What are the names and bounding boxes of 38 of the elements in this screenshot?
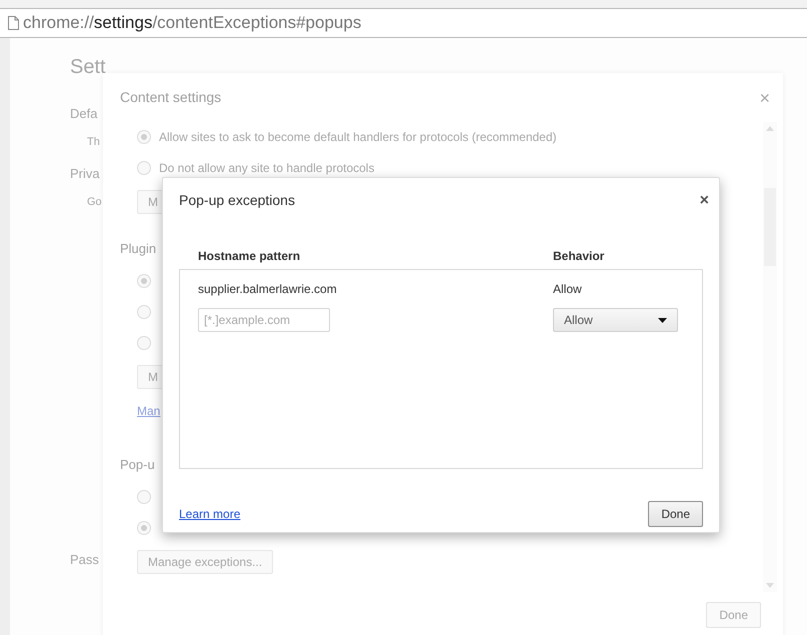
column-header: Hostname pattern xyxy=(198,248,302,265)
close-button[interactable]: × xyxy=(700,190,709,211)
section-heading: Priva xyxy=(70,165,100,183)
section-heading: Pop-u xyxy=(120,456,155,471)
url-text: chrome://settings/contentExceptions#popups xyxy=(23,12,362,34)
hostname-input[interactable]: [*.]example.com xyxy=(198,308,330,332)
radio-button[interactable] xyxy=(137,490,151,504)
section-text: Th xyxy=(87,134,100,150)
behavior-select[interactable]: Allow xyxy=(553,308,678,332)
radio-button[interactable] xyxy=(137,274,151,288)
radio-button[interactable] xyxy=(137,130,151,144)
dropdown-arrow-icon xyxy=(658,318,667,322)
manage-button[interactable]: Manage exceptions... xyxy=(137,550,274,574)
dialog-title: Content settings xyxy=(120,88,222,107)
scroll-up-icon[interactable] xyxy=(766,126,774,131)
dialog-title: Pop-up exceptions xyxy=(179,191,295,210)
radio-label: Do not allow any site to handle protocols xyxy=(159,160,374,177)
section-heading: Defa xyxy=(70,105,98,123)
section-heading: Plugin xyxy=(120,240,156,255)
column-header: Behavior xyxy=(553,248,606,265)
manage-link[interactable]: Man xyxy=(137,402,160,420)
radio-button[interactable] xyxy=(137,161,151,175)
radio-label: Allow sites to ask to become default handlers for protocols (recommended) xyxy=(159,129,557,146)
scroll-down-icon[interactable] xyxy=(766,583,774,588)
page-title: Sett xyxy=(70,55,106,80)
radio-button[interactable] xyxy=(137,521,151,535)
hostname-cell-text: supplier.balmerlawrie.com xyxy=(198,281,338,298)
learn-more-link[interactable]: Learn more xyxy=(179,505,240,523)
page-icon xyxy=(8,16,19,30)
behavior-cell-text: Allow xyxy=(553,281,583,298)
done-button[interactable]: Done xyxy=(706,602,761,628)
done-button[interactable]: Done xyxy=(648,501,703,527)
address-bar[interactable]: chrome://settings/contentExceptions#popups xyxy=(0,8,807,38)
section-text: Go xyxy=(87,194,102,210)
radio-button[interactable] xyxy=(137,336,151,350)
close-button[interactable]: × xyxy=(759,87,770,108)
radio-button[interactable] xyxy=(137,305,151,319)
section-heading: Pass xyxy=(70,551,99,569)
